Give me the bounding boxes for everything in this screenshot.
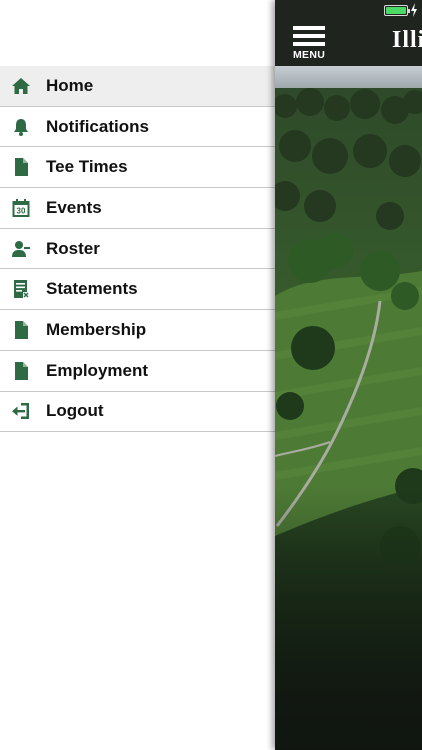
statement-icon (0, 269, 46, 309)
charging-bolt-icon (411, 3, 417, 17)
bell-icon (0, 107, 46, 147)
menu-item-home[interactable]: Home (0, 66, 275, 107)
menu-item-tee-times[interactable]: Tee Times (0, 147, 275, 189)
menu-item-label: Logout (46, 401, 104, 421)
menu-item-membership[interactable]: Membership (0, 310, 275, 351)
document-icon (0, 351, 46, 391)
menu-item-label: Tee Times (46, 157, 128, 177)
menu-item-label: Home (46, 75, 94, 95)
battery-icon (384, 5, 410, 16)
menu-item-logout[interactable]: Logout (0, 392, 275, 433)
menu-item-label: Statements (46, 279, 138, 299)
menu-item-label: Events (46, 197, 102, 217)
side-drawer: Home Notifications Tee Times 30 Events R… (0, 0, 276, 750)
menu-button[interactable]: MENU (293, 26, 327, 61)
main-panel: MENU Illini (275, 0, 422, 750)
menu-item-label: Employment (46, 360, 149, 380)
calendar-icon: 30 (0, 188, 46, 228)
menu-item-statements[interactable]: Statements (0, 269, 275, 311)
menu-item-notifications[interactable]: Notifications (0, 107, 275, 148)
golf-course-photo (275, 66, 422, 750)
document-icon (0, 310, 46, 350)
calendar-day-text: 30 (17, 207, 26, 216)
menu-item-employment[interactable]: Employment (0, 351, 275, 392)
club-logo: Illini (392, 27, 422, 53)
menu-item-events[interactable]: 30 Events (0, 188, 275, 229)
roster-icon (0, 229, 46, 269)
document-icon (0, 147, 46, 187)
home-icon (0, 66, 46, 106)
logout-icon (0, 392, 46, 432)
menu-item-roster[interactable]: Roster (0, 229, 275, 270)
menu-list: Home Notifications Tee Times 30 Events R… (0, 66, 275, 433)
top-bar: MENU Illini (275, 0, 422, 66)
menu-item-label: Notifications (46, 116, 149, 136)
menu-item-label: Membership (46, 319, 147, 339)
hamburger-icon (293, 26, 325, 30)
menu-button-label: MENU (293, 49, 326, 61)
menu-item-label: Roster (46, 238, 100, 258)
